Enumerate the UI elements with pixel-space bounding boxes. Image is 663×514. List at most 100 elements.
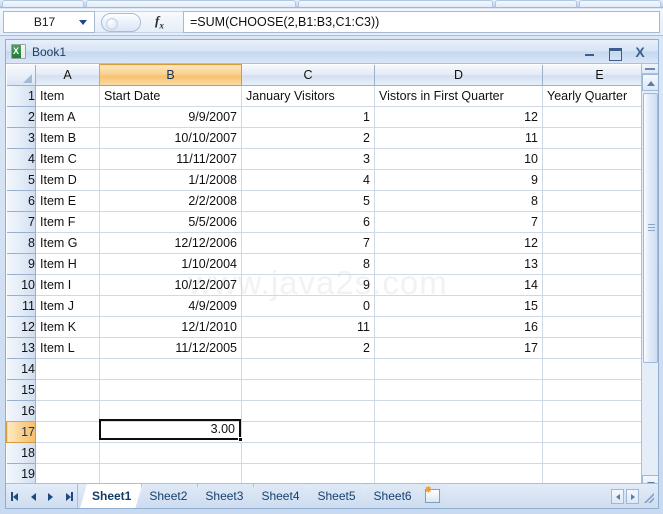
cell-B9[interactable]: 1/10/2004	[99, 253, 242, 275]
vertical-scroll-track[interactable]	[642, 91, 658, 476]
cell-D13[interactable]: 17	[374, 337, 543, 359]
cell-C10[interactable]: 9	[241, 274, 375, 296]
resize-grip-icon[interactable]	[641, 489, 654, 503]
cell-A7[interactable]: Item F	[35, 211, 100, 233]
cell-E17[interactable]	[542, 421, 657, 443]
cell-D11[interactable]: 15	[374, 295, 543, 317]
column-header-c[interactable]: C	[241, 64, 375, 86]
cell-E14[interactable]	[542, 358, 657, 380]
cell-A15[interactable]	[35, 379, 100, 401]
cell-D12[interactable]: 16	[374, 316, 543, 338]
cell-E15[interactable]	[542, 379, 657, 401]
cell-E9[interactable]: 5	[542, 253, 657, 275]
cell-A9[interactable]: Item H	[35, 253, 100, 275]
cell-A13[interactable]: Item L	[35, 337, 100, 359]
close-button[interactable]: X	[632, 45, 648, 59]
cell-D19[interactable]	[374, 463, 543, 485]
cell-D1[interactable]: Vistors in First Quarter	[374, 85, 543, 107]
chevron-down-icon[interactable]	[79, 19, 87, 25]
cell-A4[interactable]: Item C	[35, 148, 100, 170]
formula-input[interactable]: =SUM(CHOOSE(2,B1:B3,C1:C3))	[183, 11, 660, 33]
cell-D9[interactable]: 13	[374, 253, 543, 275]
cell-E8[interactable]: 5	[542, 232, 657, 254]
cell-A18[interactable]	[35, 442, 100, 464]
cell-D17[interactable]	[374, 421, 543, 443]
cell-B7[interactable]: 5/5/2006	[99, 211, 242, 233]
cell-C6[interactable]: 5	[241, 190, 375, 212]
row-header-18[interactable]: 18	[6, 442, 36, 464]
cell-C3[interactable]: 2	[241, 127, 375, 149]
cell-A6[interactable]: Item E	[35, 190, 100, 212]
horizontal-scrollbar[interactable]	[611, 488, 658, 504]
sheet-tab-sheet3[interactable]: Sheet3	[193, 484, 254, 508]
cell-B10[interactable]: 10/12/2007	[99, 274, 242, 296]
cell-C1[interactable]: January Visitors	[241, 85, 375, 107]
row-header-19[interactable]: 19	[6, 463, 36, 485]
cell-C19[interactable]	[241, 463, 375, 485]
cell-C15[interactable]	[241, 379, 375, 401]
cell-E18[interactable]	[542, 442, 657, 464]
cell-A16[interactable]	[35, 400, 100, 422]
cell-B11[interactable]: 4/9/2009	[99, 295, 242, 317]
cell-B1[interactable]: Start Date	[99, 85, 242, 107]
row-header-8[interactable]: 8	[6, 232, 36, 254]
row-header-4[interactable]: 4	[6, 148, 36, 170]
scroll-right-button[interactable]	[626, 488, 639, 504]
minimize-button[interactable]	[582, 45, 598, 59]
cell-B12[interactable]: 12/1/2010	[99, 316, 242, 338]
row-header-5[interactable]: 5	[6, 169, 36, 191]
cell-E3[interactable]: 5	[542, 127, 657, 149]
cell-C5[interactable]: 4	[241, 169, 375, 191]
sheet-tab-sheet4[interactable]: Sheet4	[249, 484, 310, 508]
cell-E10[interactable]: 5	[542, 274, 657, 296]
vertical-scrollbar[interactable]	[641, 64, 658, 508]
cell-E4[interactable]: 6	[542, 148, 657, 170]
cell-E7[interactable]: 5	[542, 211, 657, 233]
insert-function-icon[interactable]: fx	[155, 13, 164, 31]
column-header-b[interactable]: B	[99, 64, 242, 86]
last-sheet-button[interactable]	[61, 490, 74, 503]
cell-C8[interactable]: 7	[241, 232, 375, 254]
sheet-tab-sheet6[interactable]: Sheet6	[362, 484, 423, 508]
cell-A17[interactable]	[35, 421, 100, 443]
sheet-tab-sheet5[interactable]: Sheet5	[306, 484, 367, 508]
cell-B2[interactable]: 9/9/2007	[99, 106, 242, 128]
cell-B16[interactable]	[99, 400, 242, 422]
name-box[interactable]: B17	[3, 11, 95, 33]
row-header-9[interactable]: 9	[6, 253, 36, 275]
cell-A10[interactable]: Item I	[35, 274, 100, 296]
first-sheet-button[interactable]	[10, 490, 23, 503]
row-header-3[interactable]: 3	[6, 127, 36, 149]
row-header-13[interactable]: 13	[6, 337, 36, 359]
select-all-corner[interactable]	[6, 64, 36, 86]
cell-D10[interactable]: 14	[374, 274, 543, 296]
cell-A2[interactable]: Item A	[35, 106, 100, 128]
column-header-e[interactable]: E	[542, 64, 657, 86]
cell-E13[interactable]: 5	[542, 337, 657, 359]
cell-D7[interactable]: 7	[374, 211, 543, 233]
cell-C16[interactable]	[241, 400, 375, 422]
cell-B6[interactable]: 2/2/2008	[99, 190, 242, 212]
cell-B4[interactable]: 11/11/2007	[99, 148, 242, 170]
cell-D4[interactable]: 10	[374, 148, 543, 170]
cell-C7[interactable]: 6	[241, 211, 375, 233]
scroll-left-button[interactable]	[611, 488, 624, 504]
scroll-up-button[interactable]	[642, 74, 658, 91]
row-header-17[interactable]: 17	[6, 421, 36, 443]
cell-E19[interactable]	[542, 463, 657, 485]
cell-E16[interactable]	[542, 400, 657, 422]
cell-A8[interactable]: Item G	[35, 232, 100, 254]
row-header-6[interactable]: 6	[6, 190, 36, 212]
cell-D5[interactable]: 9	[374, 169, 543, 191]
cell-C17[interactable]	[241, 421, 375, 443]
sheet-tab-sheet1[interactable]: Sheet1	[80, 484, 142, 508]
cell-D18[interactable]	[374, 442, 543, 464]
row-header-15[interactable]: 15	[6, 379, 36, 401]
cell-C4[interactable]: 3	[241, 148, 375, 170]
previous-sheet-button[interactable]	[27, 490, 40, 503]
row-header-14[interactable]: 14	[6, 358, 36, 380]
row-header-7[interactable]: 7	[6, 211, 36, 233]
row-header-16[interactable]: 16	[6, 400, 36, 422]
cell-B19[interactable]	[99, 463, 242, 485]
cell-B8[interactable]: 12/12/2006	[99, 232, 242, 254]
